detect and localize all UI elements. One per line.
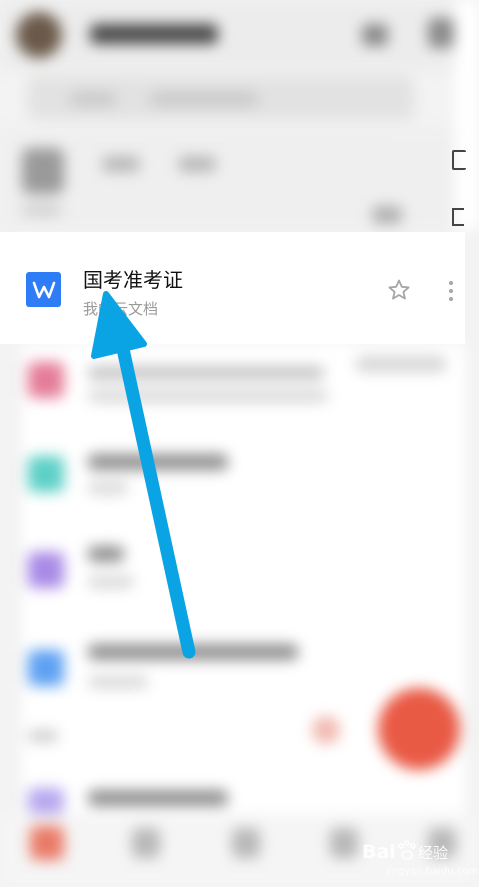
wps-writer-doc-icon bbox=[26, 272, 61, 307]
grid-icon-partial bbox=[452, 208, 464, 226]
share-icon-partial bbox=[452, 150, 466, 170]
baidu-watermark-logo: Bai 经验 bbox=[362, 840, 448, 863]
avatar bbox=[16, 12, 62, 58]
document-title[interactable]: 国考准考证 bbox=[83, 264, 183, 293]
star-icon[interactable] bbox=[387, 278, 411, 302]
svg-text:经验: 经验 bbox=[418, 844, 448, 862]
doc-letter-w-icon bbox=[32, 281, 55, 298]
svg-text:Bai: Bai bbox=[362, 841, 396, 863]
watermark-domain: jingyan.baidu.com bbox=[386, 866, 479, 877]
document-location: 我的云文档 bbox=[83, 300, 159, 318]
blurred-background bbox=[0, 0, 479, 887]
fab-add-button bbox=[378, 688, 460, 770]
more-options-icon[interactable] bbox=[444, 280, 458, 302]
